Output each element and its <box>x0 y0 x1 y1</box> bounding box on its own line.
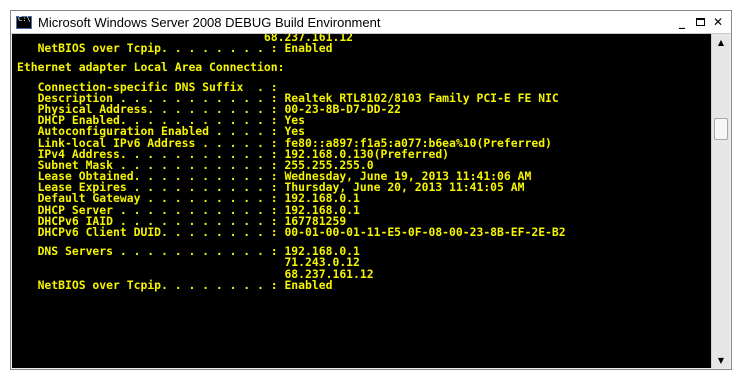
vertical-scrollbar[interactable]: ▲ ▼ <box>711 34 730 368</box>
maximize-icon <box>695 18 705 26</box>
arrow-down-icon: ▼ <box>717 355 725 365</box>
scroll-down-button[interactable]: ▼ <box>712 352 730 368</box>
close-button[interactable]: ✕ <box>709 14 727 30</box>
caption-buttons: _ ✕ <box>673 14 727 30</box>
minimize-button[interactable]: _ <box>673 14 691 30</box>
console-text: 68.237.161.12 NetBIOS over Tcpip. . . . … <box>17 34 711 291</box>
maximize-button[interactable] <box>691 14 709 30</box>
window-title: Microsoft Windows Server 2008 DEBUG Buil… <box>38 14 381 30</box>
console-output-area[interactable]: 68.237.161.12 NetBIOS over Tcpip. . . . … <box>12 34 711 368</box>
console-line: DHCPv6 Client DUID. . . . . . . . : 00-0… <box>17 225 566 239</box>
console-line: NetBIOS over Tcpip. . . . . . . . : Enab… <box>17 277 333 292</box>
close-icon: ✕ <box>712 15 724 29</box>
console-line: NetBIOS over Tcpip. . . . . . . . : Enab… <box>17 41 333 56</box>
arrow-up-icon: ▲ <box>717 37 725 47</box>
console-window: Microsoft Windows Server 2008 DEBUG Buil… <box>10 10 732 370</box>
scrollbar-thumb[interactable] <box>714 118 728 140</box>
console-line: Ethernet adapter Local Area Connection: <box>17 60 285 75</box>
console-app-icon[interactable] <box>16 15 32 29</box>
minimize-icon: _ <box>679 15 685 29</box>
scroll-up-button[interactable]: ▲ <box>712 34 730 50</box>
title-bar[interactable]: Microsoft Windows Server 2008 DEBUG Buil… <box>11 11 731 34</box>
